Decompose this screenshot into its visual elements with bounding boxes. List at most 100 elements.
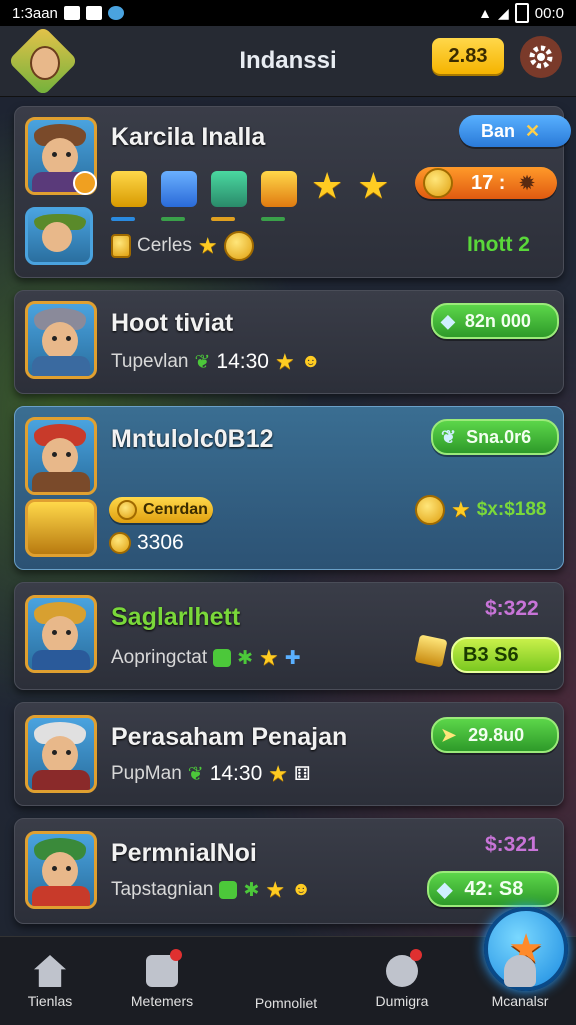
potion-icon — [211, 171, 247, 221]
score-badge[interactable]: B3 S6 — [451, 637, 561, 673]
gem-icon: ◆ — [437, 878, 453, 901]
reward-info: ★ $x:$188 — [415, 495, 546, 525]
status-bar: 1:3aan ▲ ◢ 00:0 — [0, 0, 576, 26]
player-sub-info: Tapstagnian ✱ ★ ☻ — [111, 877, 311, 903]
nav-item-main[interactable]: ★ Pomnoliet — [236, 907, 568, 1025]
sword-icon: ➤ — [441, 724, 457, 745]
player-card-selected[interactable]: Mntulolc0B12 ❦ Sna.0r6 Cenrdan 3306 ★ $x… — [14, 406, 564, 570]
player-card[interactable]: Perasaham Penajan ➤ 29.8u0 PupMan ❦ 14:3… — [14, 702, 564, 806]
notification-icon — [85, 6, 102, 20]
settings-button[interactable] — [520, 36, 562, 78]
player-name: Perasaham Penajan — [111, 723, 348, 751]
face-shape — [42, 222, 72, 252]
player-name: Saglarlhett — [111, 603, 241, 631]
mask-icon — [386, 949, 422, 987]
player-card[interactable]: PermnialNoi $:321 Tapstagnian ✱ ★ ☻ ◆ 42… — [14, 818, 564, 924]
sub-label: Tapstagnian — [111, 879, 214, 900]
eye-shape — [52, 630, 57, 635]
coin-icon — [223, 231, 254, 261]
player-card[interactable]: Saglarlhett $:322 Aopringctat ✱ ★ ✚ B3 S… — [14, 582, 564, 690]
counter-pill[interactable]: 17 : ✹ — [415, 167, 557, 199]
home-icon — [34, 955, 66, 987]
player-portrait — [25, 715, 97, 793]
player-card[interactable]: Karcila Inalla Ban ✕ ★ ★ 17 : ✹ Cerles ★… — [14, 106, 571, 278]
sparkle-icon: ✱ — [243, 879, 260, 901]
status-badge[interactable]: Ban ✕ — [459, 115, 571, 147]
status-clock: 00:0 — [534, 4, 564, 22]
eye-shape — [66, 750, 71, 755]
treasure-icon — [25, 499, 97, 557]
battery-icon — [514, 3, 529, 23]
eye-shape — [52, 152, 57, 157]
bucket-icon — [161, 171, 197, 221]
star-icon: ★ — [259, 645, 279, 670]
shop-icon — [146, 949, 182, 987]
status-time: 1:3aan — [12, 4, 58, 22]
signal-icon: ◢ — [498, 4, 509, 21]
puzzle-icon: ✚ — [284, 647, 301, 669]
face-shape — [42, 736, 78, 774]
gem-icon — [414, 634, 448, 668]
right-status-text: Inott 2 — [467, 233, 530, 256]
tag-pill[interactable]: Cenrdan — [109, 497, 213, 523]
coin-icon — [109, 532, 131, 554]
avatar-face — [30, 46, 60, 80]
nav-item-profile[interactable]: Mcanalsr — [470, 937, 570, 1025]
dice-icon: ⚅ — [294, 763, 311, 785]
shield-icon — [219, 881, 238, 899]
sub-label: Cerles — [137, 235, 192, 256]
star-icon: ★ — [197, 233, 218, 258]
price-label: $:321 — [485, 833, 539, 856]
player-portrait — [25, 831, 97, 909]
body-shape — [32, 770, 90, 790]
sub-label: Aopringctat — [111, 647, 208, 668]
notification-dot — [410, 949, 422, 961]
score-badge[interactable]: ➤ 29.8u0 — [431, 717, 559, 753]
coin-balance-button[interactable]: 2.83 — [432, 38, 504, 74]
gear-icon — [529, 45, 553, 69]
reward-value: $x:$188 — [476, 499, 547, 520]
player-sub-info: Cerles ★ — [111, 231, 254, 261]
sparkle-icon: ✱ — [237, 647, 254, 669]
player-name: Mntulolc0B12 — [111, 425, 274, 453]
score-badge[interactable]: ◆ 82n 000 — [431, 303, 559, 339]
eye-shape — [52, 452, 57, 457]
notification-icon — [63, 6, 80, 20]
notification-icon — [107, 6, 124, 20]
face-icon: ☻ — [300, 351, 321, 372]
body-shape — [32, 650, 90, 670]
eye-shape — [66, 866, 71, 871]
nav-item-shop[interactable]: Metemers — [112, 937, 212, 1025]
face-icon: ☻ — [291, 879, 312, 900]
close-icon: ✕ — [525, 120, 541, 141]
badge-label: Sna.0r6 — [466, 426, 532, 447]
eye-shape — [66, 336, 71, 341]
leaf-icon: ❦ — [441, 426, 457, 447]
player-card[interactable]: Hoot tiviat ◆ 82n 000 Tupevlan ❦ 14:30 ★… — [14, 290, 564, 394]
nav-item-mask[interactable]: Dumigra — [352, 937, 452, 1025]
score-badge[interactable]: ❦ Sna.0r6 — [431, 419, 559, 455]
player-name: Hoot tiviat — [111, 309, 234, 337]
player-sub-info: Tupevlan ❦ 14:30 ★ ☻ — [111, 349, 321, 375]
face-shape — [42, 138, 78, 176]
star-icon: ★ — [451, 497, 471, 522]
eye-shape — [66, 452, 71, 457]
sub-label: Tupevlan — [111, 351, 189, 372]
profile-icon — [504, 955, 536, 987]
amount-value: 3306 — [137, 531, 184, 554]
nav-item-home[interactable]: Tienlas — [0, 937, 100, 1025]
shield-icon — [213, 649, 232, 667]
body-shape — [32, 356, 90, 376]
score-badge[interactable]: ◆ 42: S8 — [427, 871, 559, 907]
badge-label: 42: S8 — [464, 877, 524, 900]
player-name: Karcila Inalla — [111, 123, 266, 151]
coin-icon — [423, 168, 453, 198]
player-avatar[interactable] — [7, 25, 79, 97]
item-row: ★ ★ — [111, 165, 390, 221]
leaf-icon: ❦ — [194, 351, 211, 373]
jar-icon — [111, 234, 131, 258]
player-portrait — [25, 417, 97, 495]
nav-label: Pomnoliet — [254, 995, 318, 1011]
nav-label: Tienlas — [27, 993, 73, 1009]
leaf-icon: ❦ — [187, 763, 204, 785]
